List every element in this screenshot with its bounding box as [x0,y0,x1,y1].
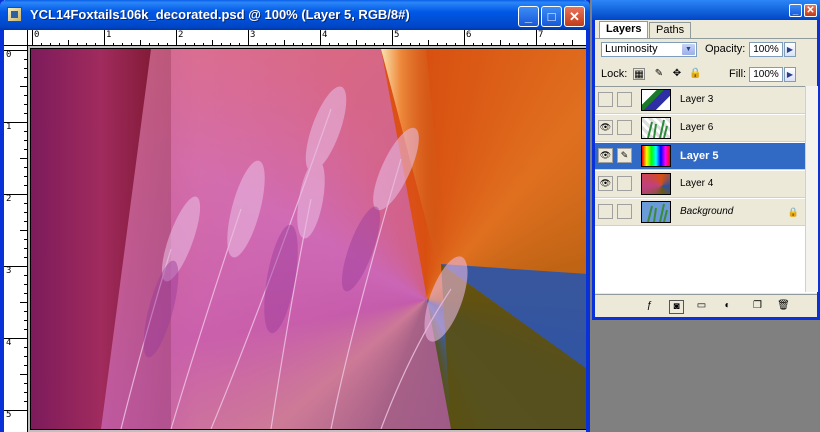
ruler-h-label: 4 [322,30,328,40]
layers-palette-titlebar[interactable]: _ ✕ [592,0,820,20]
new-layer-icon[interactable]: ❐ [751,300,764,312]
eye-icon[interactable]: 👁 [598,176,613,191]
link-toggle[interactable] [617,204,632,219]
close-button[interactable]: ✕ [564,6,585,27]
chevron-down-icon: ▼ [682,44,695,55]
palette-close-button[interactable]: ✕ [804,4,817,17]
minimize-button[interactable]: _ [518,6,539,27]
ruler-v-label: 0 [6,50,12,60]
lock-transparency-icon[interactable]: ▦ [633,68,645,80]
fill-slider-arrow-icon[interactable]: ▶ [784,67,796,82]
brush-icon[interactable]: ✎ [617,148,632,163]
layer-name: Layer 6 [680,122,714,133]
document-window: YCL14Foxtails106k_decorated.psd @ 100% (… [0,0,590,432]
layer-list: Layer 3 👁 Layer 6 👁 ✎ Layer 5 👁 Layer 4 [595,86,817,293]
layer-name: Layer 3 [680,94,714,105]
workspace-background [592,320,820,432]
layer-list-scrollbar[interactable] [805,86,818,292]
blend-mode-select[interactable]: Luminosity ▼ [601,42,697,57]
palette-footer: ƒ ◙ ▭ ◐ ❐ 🗑 [595,294,817,317]
maximize-button[interactable]: □ [541,6,562,27]
new-group-folder-icon[interactable]: ▭ [695,300,708,312]
document-title: YCL14Foxtails106k_decorated.psd @ 100% (… [30,7,410,22]
link-toggle[interactable] [617,120,632,135]
horizontal-ruler-ticks [32,30,573,45]
layer-row[interactable]: 👁 Layer 6 [595,115,805,142]
layer-row[interactable]: Background 🔒 [595,199,805,226]
ruler-v-label: 4 [6,338,12,348]
tab-layers[interactable]: Layers [599,21,649,38]
ruler-v-label: 5 [6,410,12,420]
layer-row-selected[interactable]: 👁 ✎ Layer 5 [595,143,805,170]
layer-name: Background [680,206,734,217]
ruler-origin[interactable] [4,30,28,46]
visibility-toggle[interactable] [598,204,613,219]
layer-row[interactable]: Layer 3 [595,87,805,114]
palette-minimize-button[interactable]: _ [789,4,802,17]
photoshop-document-icon [7,7,22,22]
layer-thumbnail [641,145,671,167]
vertical-ruler[interactable]: 0 1 2 3 4 5 [4,46,28,432]
layer-thumbnail [641,89,671,111]
layer-row[interactable]: 👁 Layer 4 [595,171,805,198]
adjustment-layer-icon[interactable]: ◐ [721,300,734,312]
add-mask-icon[interactable]: ◙ [669,300,684,314]
fill-input[interactable]: 100% [749,67,783,82]
lock-image-brush-icon[interactable]: ✎ [653,68,665,80]
layer-thumbnail [641,173,671,195]
document-titlebar[interactable]: YCL14Foxtails106k_decorated.psd @ 100% (… [0,0,590,30]
layer-style-icon[interactable]: ƒ [643,300,656,312]
trash-icon[interactable]: 🗑 [777,300,790,312]
ruler-h-label: 0 [34,30,40,40]
lock-position-move-icon[interactable]: ✥ [671,68,683,80]
visibility-toggle[interactable] [598,92,613,107]
ruler-h-label: 2 [178,30,184,40]
link-toggle[interactable] [617,92,632,107]
ruler-v-label: 3 [6,266,12,276]
eye-icon[interactable]: 👁 [598,148,613,163]
layer-thumbnail [641,117,671,139]
document-canvas[interactable] [30,48,586,430]
tab-paths[interactable]: Paths [649,22,692,38]
vertical-ruler-ticks [4,50,27,411]
link-toggle[interactable] [617,176,632,191]
ruler-v-label: 1 [6,122,12,132]
opacity-input[interactable]: 100% [749,42,783,57]
ruler-h-label: 6 [466,30,472,40]
lock-all-icon[interactable]: 🔒 [689,68,701,80]
grass-thumbnail-icon [647,119,668,139]
eye-icon[interactable]: 👁 [598,120,613,135]
lock-label: Lock: [601,68,628,80]
canvas-area[interactable] [28,46,586,432]
palette-tabs: Layers Paths [595,20,817,39]
lock-icon: 🔒 [787,207,799,217]
layer-name: Layer 5 [680,150,719,162]
grass-thumbnail-icon [647,203,668,223]
fill-label: Fill: [729,68,747,80]
ruler-v-label: 2 [6,194,12,204]
opacity-label: Opacity: [705,43,746,55]
ruler-h-label: 1 [106,30,112,40]
ruler-h-label: 5 [394,30,400,40]
layer-thumbnail [641,201,671,223]
ruler-h-label: 7 [538,30,544,40]
ruler-h-label: 3 [250,30,256,40]
blend-mode-value: Luminosity [605,43,658,55]
layers-palette: _ ✕ Layers Paths Luminosity ▼ Opacity: 1… [592,0,820,320]
canvas-artwork [31,49,586,429]
opacity-slider-arrow-icon[interactable]: ▶ [784,42,796,57]
horizontal-ruler[interactable]: 0 1 2 3 4 5 6 7 [28,30,586,46]
layer-name: Layer 4 [680,178,714,189]
